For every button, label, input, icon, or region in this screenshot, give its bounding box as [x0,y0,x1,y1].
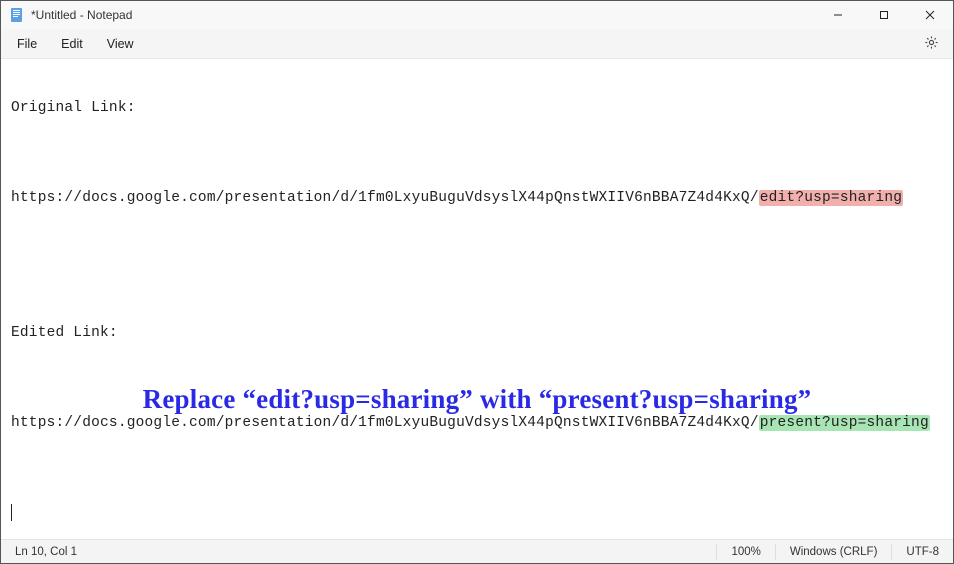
original-suffix-highlight: edit?usp=sharing [759,190,903,206]
line-heading-edited: Edited Link: [11,322,943,344]
line-original-link: https://docs.google.com/presentation/d/1… [11,187,943,209]
menu-edit[interactable]: Edit [49,33,95,55]
line-heading-original: Original Link: [11,97,943,119]
menubar: File Edit View [1,29,953,59]
status-zoom[interactable]: 100% [717,546,774,558]
statusbar: Ln 10, Col 1 100% Windows (CRLF) UTF-8 [1,539,953,563]
status-position: Ln 10, Col 1 [1,546,91,558]
window-title: *Untitled - Notepad [31,8,132,22]
minimize-button[interactable] [815,1,861,29]
edited-suffix-highlight: present?usp=sharing [759,415,930,431]
status-line-ending: Windows (CRLF) [776,546,892,558]
url-prefix: https://docs.google.com/presentation/d/1… [11,415,759,431]
text-cursor [11,504,12,521]
line-edited-link: https://docs.google.com/presentation/d/1… [11,412,943,434]
editor-area[interactable]: Original Link: https://docs.google.com/p… [1,59,953,539]
close-button[interactable] [907,1,953,29]
menu-view[interactable]: View [95,33,146,55]
titlebar: *Untitled - Notepad [1,1,953,29]
status-encoding: UTF-8 [892,546,953,558]
notepad-app-icon [9,7,25,23]
menu-file[interactable]: File [5,33,49,55]
url-prefix: https://docs.google.com/presentation/d/1… [11,190,759,206]
gear-icon [924,35,939,53]
maximize-button[interactable] [861,1,907,29]
settings-button[interactable] [914,31,949,57]
